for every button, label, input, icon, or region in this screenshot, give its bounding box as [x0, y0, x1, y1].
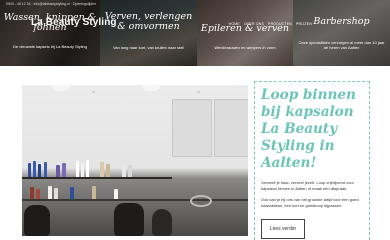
panel-subtitle: De nieuwste kapsels bij La Beauty Stylin…	[12, 44, 88, 49]
product-shelf-lower	[22, 179, 172, 199]
panel-subtitle: Van lang naar kort, van krullen naar ste…	[112, 45, 185, 50]
panel-subtitle: Onze specialisten verzorgen al meer dan …	[298, 40, 385, 50]
product-bottle	[44, 162, 47, 177]
product-bottle	[86, 160, 89, 177]
product-bottle	[56, 165, 60, 177]
intro-paragraph: Ook kan je bij ons van het grootste alti…	[261, 197, 359, 208]
nav-item-prijzen[interactable]: PRIJZEN	[296, 22, 312, 26]
product-bottle	[114, 189, 118, 199]
intro-body: Verveelt je haar, verveel jezelf. Loop v…	[261, 180, 363, 208]
intro-card: Loop binnen bij kapsalon La Beauty Styli…	[254, 81, 370, 240]
product-bottle	[128, 165, 132, 177]
product-bottle	[36, 189, 40, 199]
product-bottle	[122, 163, 126, 177]
product-bottle	[38, 164, 41, 177]
ceiling-light	[92, 91, 95, 93]
product-bottle	[81, 163, 84, 177]
hero-banner: Wassen, knippen & föhnen De nieuwste kap…	[0, 0, 390, 66]
panel-overlay	[293, 0, 390, 66]
salon-chair	[24, 205, 50, 236]
hero-panel-knippen[interactable]: Wassen, knippen & föhnen De nieuwste kap…	[0, 0, 100, 66]
ceiling-light	[197, 91, 200, 93]
ceiling-lamp	[142, 85, 160, 91]
nav-item-home[interactable]: HOME	[229, 22, 240, 26]
salon-chair	[152, 209, 172, 236]
product-bottle	[54, 188, 58, 199]
salon-mirror	[214, 99, 248, 157]
panel-subtitle: Wenkbrauwen en wimpers in vorm	[214, 45, 276, 50]
site-logo[interactable]: La Beauty Styling	[31, 17, 117, 28]
product-bottle	[70, 187, 74, 199]
nav-item-over-ons[interactable]: OVER ONS	[244, 22, 264, 26]
intro-paragraph: Verveelt je haar, verveel jezelf. Loop v…	[261, 180, 354, 191]
product-bottle	[33, 161, 36, 177]
product-bottle	[30, 187, 34, 199]
nav-item-producten[interactable]: PRODUCTEN	[268, 22, 292, 26]
product-bottle	[92, 186, 96, 199]
product-shelf-upper	[22, 153, 172, 177]
hero-panel-epileren[interactable]: Epileren & verven Wenkbrauwen en wimpers…	[197, 0, 293, 66]
panel-overlay	[0, 0, 100, 66]
hero-panel-verven[interactable]: Verven, verlengen & omvormen Van lang na…	[100, 0, 197, 66]
topbar-contact: 0543 - 45 12 34 · info@labeautystyling.n…	[6, 2, 97, 6]
salon-mirror	[172, 99, 212, 157]
salon-chair	[114, 203, 144, 236]
product-bottle	[76, 161, 79, 177]
product-bottle	[62, 163, 66, 177]
product-bottle	[28, 163, 31, 177]
panel-overlay	[100, 0, 197, 66]
salon-photo	[22, 85, 248, 236]
counter-top	[22, 199, 248, 201]
hero-panel-barbershop[interactable]: Barbershop Onze specialisten verzorgen a…	[293, 0, 390, 66]
main-nav: HOME OVER ONS PRODUCTEN PRIJZEN	[229, 22, 312, 26]
product-bottle	[106, 164, 110, 177]
intro-title: Loop binnen bij kapsalon La Beauty Styli…	[261, 87, 356, 171]
read-more-button[interactable]: Lees verder	[261, 219, 305, 239]
product-bottle	[48, 186, 52, 199]
hood-dryer	[190, 195, 212, 207]
ceiling-lamp	[52, 85, 70, 91]
product-bottle	[100, 162, 104, 177]
